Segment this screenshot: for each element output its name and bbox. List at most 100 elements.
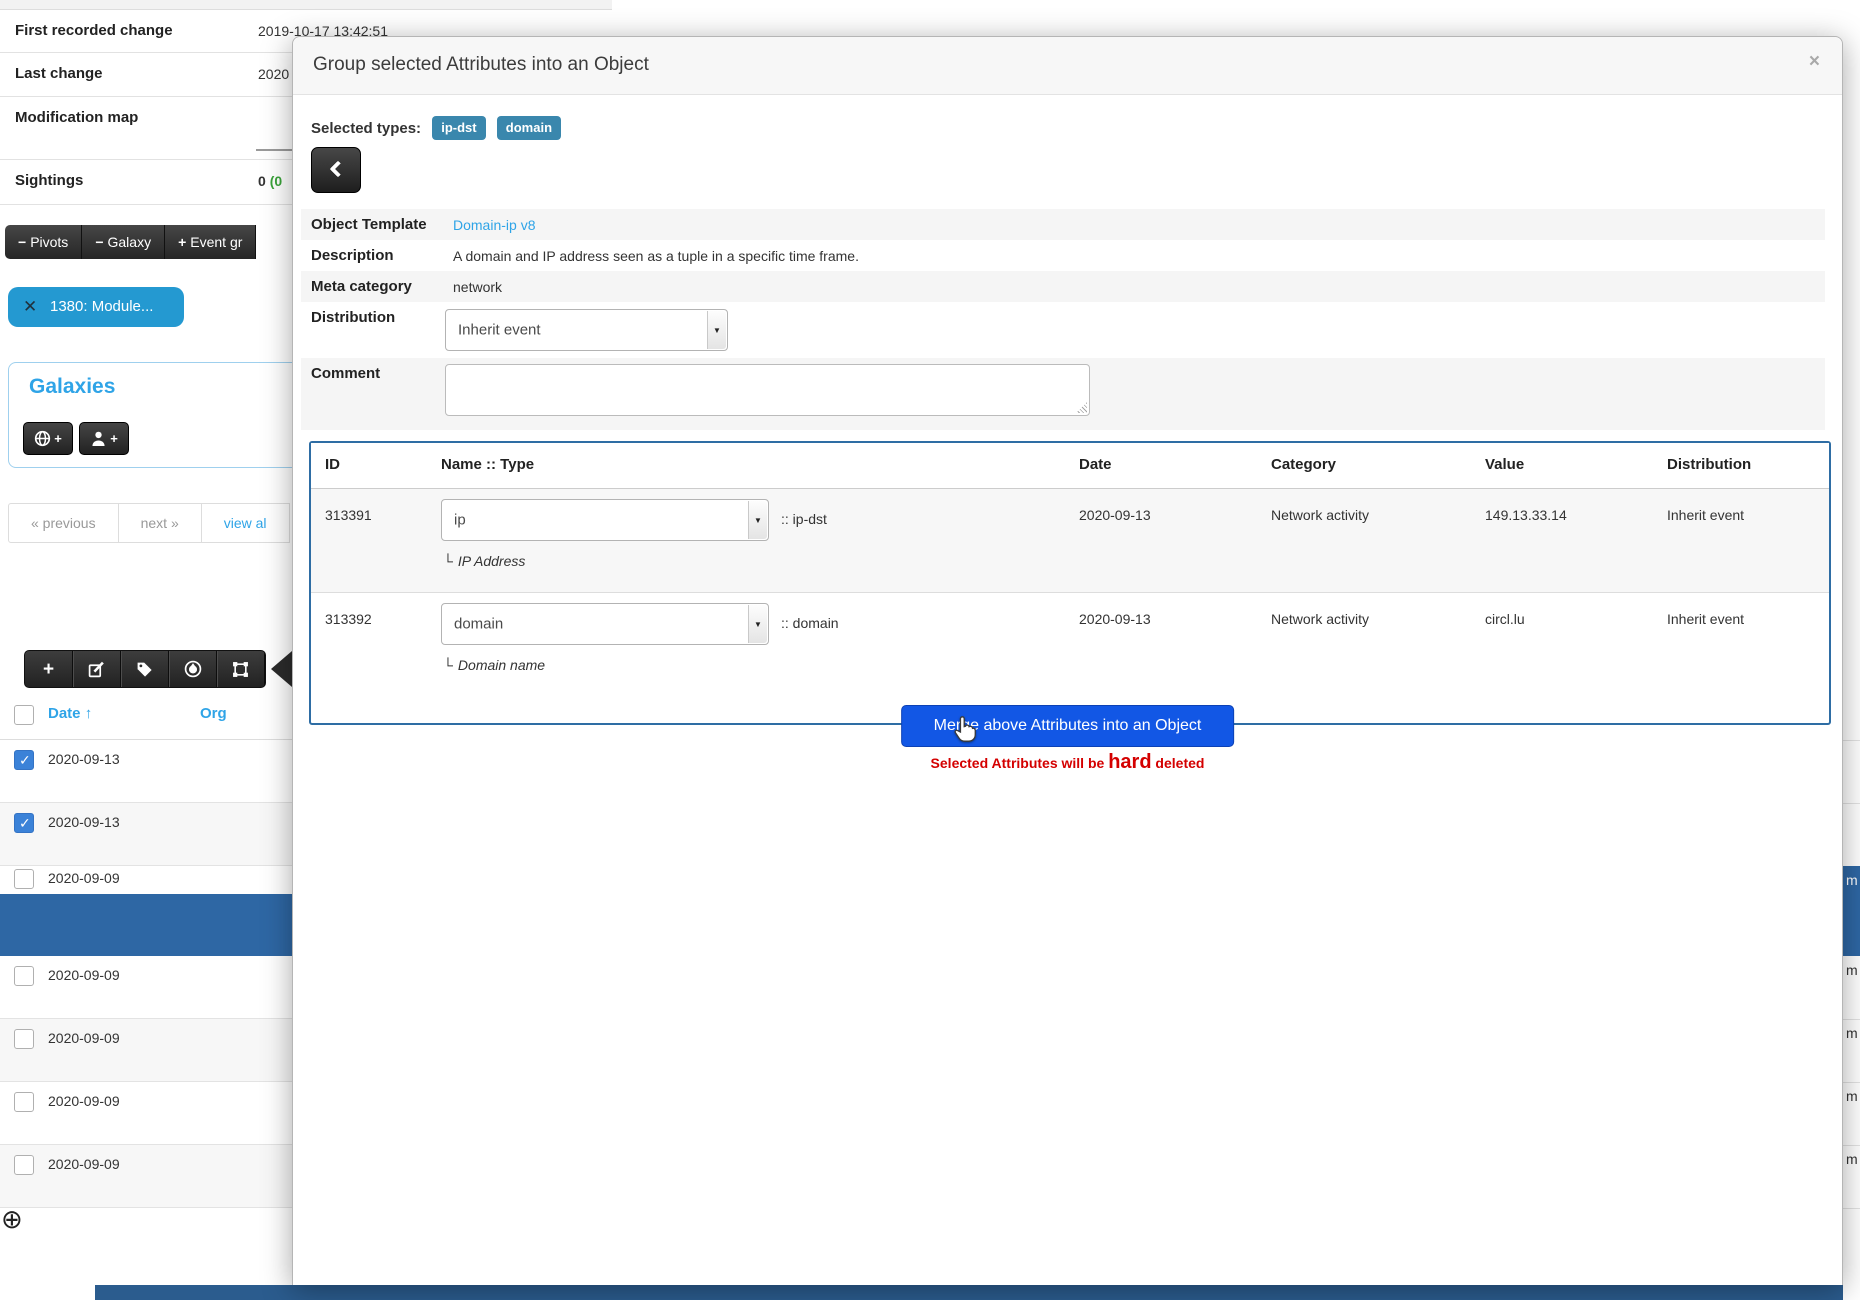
expand-plus-icon[interactable]: ⊕ (1, 1206, 23, 1232)
truncated-cell-text: m (1846, 872, 1858, 888)
attribute-table-header: Date ↑ Org (0, 695, 292, 740)
attribute-row[interactable]: 2020-09-09 (0, 1019, 292, 1082)
row-checkbox[interactable] (14, 869, 34, 889)
attribute-row[interactable]: 2020-09-09 (0, 1145, 292, 1208)
info-value: network (453, 279, 502, 295)
tab-galaxy[interactable]: −Galaxy (82, 225, 165, 259)
attribute-row[interactable]: 2020-09-09 (0, 956, 292, 1019)
pagination: « previous next » view al (8, 503, 295, 543)
select-all-checkbox[interactable] (14, 705, 34, 725)
next-page-button[interactable]: next » (118, 503, 202, 543)
attribute-date: 2020-09-09 (48, 870, 120, 886)
object-relation-select[interactable]: ip ▼ (441, 499, 769, 541)
info-row-description: Description A domain and IP address seen… (301, 240, 1825, 271)
col-header-value: Value (1485, 456, 1524, 473)
merge-attributes-button[interactable]: Merge above Attributes into an Object (901, 705, 1235, 747)
galaxy-button[interactable] (169, 651, 217, 687)
page-right-sliver: m m m m m (1843, 0, 1860, 1300)
attribute-date: 2020-09-13 (1079, 507, 1151, 523)
attribute-row-selected-object[interactable]: 2020-09-09 (0, 866, 292, 956)
info-label: Meta category (311, 278, 412, 295)
date-column-header[interactable]: Date ↑ (48, 705, 92, 722)
group-into-object-button[interactable] (217, 651, 265, 687)
close-icon[interactable]: ✕ (23, 287, 37, 327)
object-template-info: Object Template Domain-ip v8 Description… (301, 209, 1825, 430)
add-local-galaxy-button[interactable]: + (79, 422, 129, 455)
galaxy-rebel-icon (184, 660, 202, 678)
info-label: Object Template (311, 216, 427, 233)
row-checkbox[interactable] (14, 1155, 34, 1175)
add-global-galaxy-button[interactable]: + (23, 422, 73, 455)
attribute-date: 2020-09-13 (48, 751, 120, 767)
col-header-name-type: Name :: Type (441, 456, 534, 473)
truncated-cell-text: m (1846, 1025, 1858, 1041)
row-checkbox-checked[interactable] (14, 813, 34, 833)
minus-icon: − (18, 234, 26, 250)
galaxies-title: Galaxies (29, 375, 115, 399)
tab-event-graph[interactable]: +Event gr (165, 225, 256, 259)
pivot-pill-module[interactable]: ✕ 1380: Module... (8, 287, 184, 327)
attribute-date: 2020-09-09 (48, 1030, 120, 1046)
attribute-category: Network activity (1271, 611, 1369, 627)
view-all-link[interactable]: view al (201, 503, 290, 543)
chevron-left-icon (330, 161, 347, 178)
hard-delete-warning: Selected Attributes will be hard deleted (931, 751, 1205, 774)
truncated-cell-text: m (1846, 1151, 1858, 1167)
person-icon (90, 430, 107, 447)
info-row-distribution: Distribution Inherit event ▼ (301, 302, 1825, 358)
info-label: Description (311, 247, 394, 264)
object-group-highlight (0, 894, 292, 956)
attributes-to-merge-table: ID Name :: Type Date Category Value Dist… (309, 441, 1831, 725)
attribute-row[interactable]: 2020-09-09 (0, 1082, 292, 1145)
row-checkbox[interactable] (14, 966, 34, 986)
sightings-green-count: (0 (270, 173, 282, 189)
view-toggle-tabs: −Pivots −Galaxy +Event gr (5, 225, 292, 259)
tag-button[interactable] (121, 651, 169, 687)
attribute-distribution: Inherit event (1667, 611, 1744, 627)
edit-icon (88, 661, 105, 678)
close-icon[interactable]: × (1809, 51, 1820, 73)
edit-attributes-button[interactable] (73, 651, 121, 687)
truncated-cell-text: m (1846, 1088, 1858, 1104)
plus-icon: + (110, 431, 118, 446)
tab-pivots[interactable]: −Pivots (5, 225, 82, 259)
page-footer-bar (95, 1285, 1860, 1300)
object-template-link[interactable]: Domain-ip v8 (453, 217, 535, 233)
selected-types-row: Selected types: ip-dst domain (311, 117, 561, 141)
row-checkbox[interactable] (14, 1029, 34, 1049)
modal-header: Group selected Attributes into an Object… (293, 37, 1842, 95)
attribute-value: 149.13.33.14 (1485, 507, 1567, 523)
row-checkbox[interactable] (14, 1092, 34, 1112)
attribute-category: Network activity (1271, 507, 1369, 523)
chevron-down-icon: ▼ (748, 605, 767, 643)
attribute-row[interactable]: 2020-09-13 (0, 803, 292, 866)
attribute-date: 2020-09-13 (48, 814, 120, 830)
plus-icon: + (178, 234, 186, 250)
comment-textarea[interactable] (445, 364, 1090, 416)
add-attribute-button[interactable]: + (25, 651, 73, 687)
merge-row-domain: 313392 domain ▼ :: domain └Domain name 2… (311, 593, 1829, 689)
attribute-date: 2020-09-09 (48, 1156, 120, 1172)
attribute-id: 313391 (325, 507, 372, 523)
row-checkbox-checked[interactable] (14, 750, 34, 770)
attribute-date: 2020-09-09 (48, 967, 120, 983)
attribute-date: 2020-09-13 (1079, 611, 1151, 627)
info-label: Comment (311, 365, 380, 382)
relation-description: └IP Address (443, 553, 525, 569)
attribute-row[interactable]: 2020-09-13 (0, 740, 292, 803)
org-column-header[interactable]: Org (200, 705, 227, 722)
col-header-id: ID (325, 456, 340, 473)
attribute-value: circl.lu (1485, 611, 1525, 627)
relation-select-value: ip (454, 512, 466, 529)
info-row-object-template: Object Template Domain-ip v8 (301, 209, 1825, 240)
meta-value: 2020 (258, 66, 289, 82)
merge-row-ip: 313391 ip ▼ :: ip-dst └IP Address 2020-0… (311, 489, 1829, 593)
distribution-select[interactable]: Inherit event ▼ (445, 309, 728, 351)
object-relation-select[interactable]: domain ▼ (441, 603, 769, 645)
chevron-down-icon: ▼ (748, 501, 767, 539)
popover-left-arrow (271, 651, 292, 687)
attribute-type-suffix: :: ip-dst (781, 511, 827, 527)
back-button[interactable] (311, 147, 361, 193)
previous-page-button[interactable]: « previous (8, 503, 119, 543)
meta-label: Modification map (15, 109, 138, 126)
